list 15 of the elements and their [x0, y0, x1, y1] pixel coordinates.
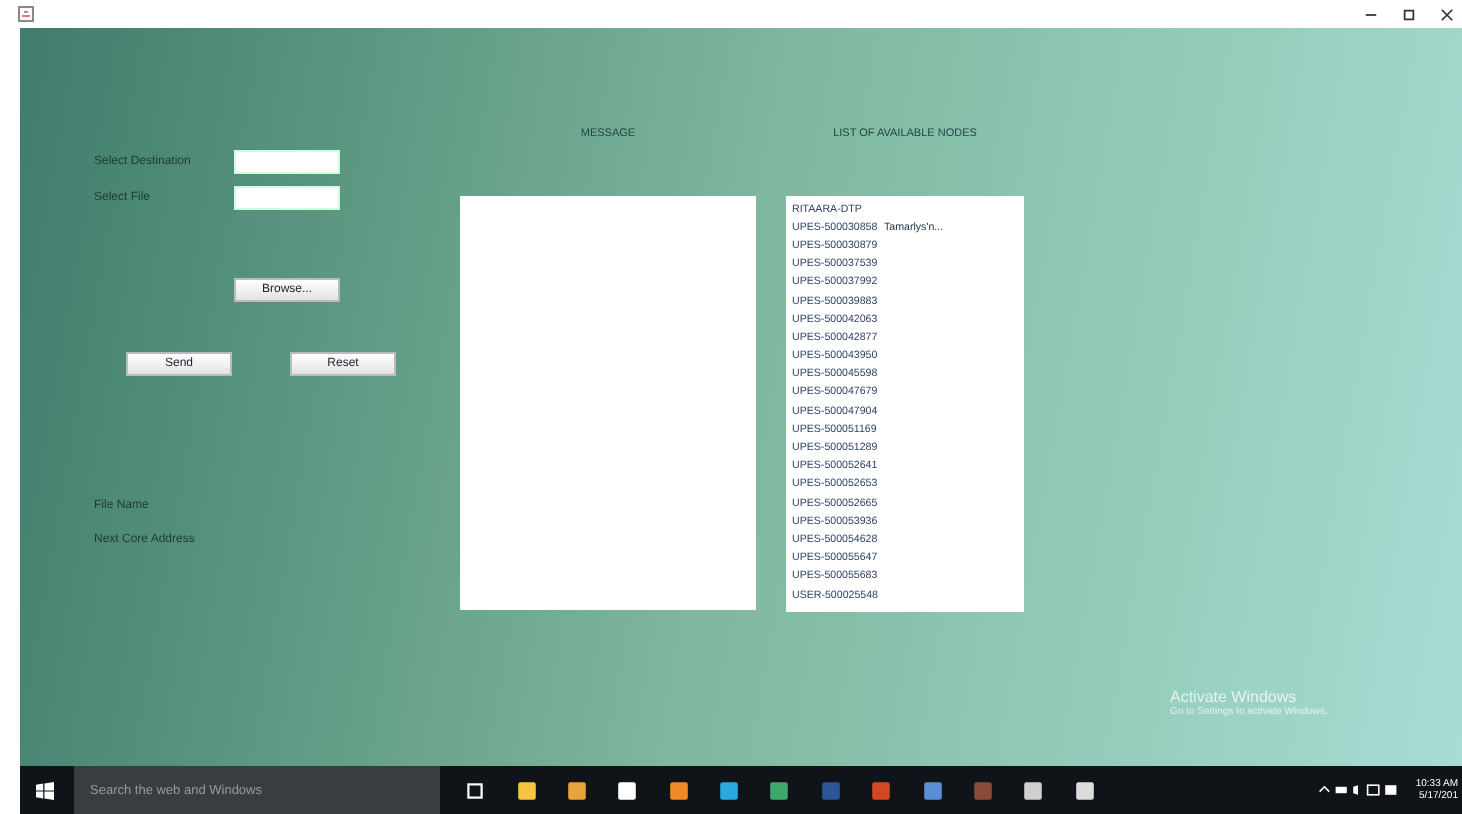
- app-icon[interactable]: [1022, 779, 1045, 801]
- app-icon[interactable]: [616, 779, 639, 801]
- close-icon[interactable]: [1440, 7, 1454, 21]
- app-icon[interactable]: [667, 779, 690, 801]
- activation-title: Activate Windows: [1170, 688, 1299, 706]
- app-icon[interactable]: [515, 779, 538, 801]
- maximize-icon[interactable]: [1402, 7, 1416, 21]
- input-field[interactable]: [234, 186, 340, 210]
- app-icon[interactable]: [1073, 779, 1096, 801]
- app-icon[interactable]: [768, 779, 791, 801]
- task-view-icon[interactable]: [464, 779, 487, 801]
- windows-start-icon[interactable]: [36, 781, 54, 799]
- app-icon[interactable]: [718, 779, 741, 801]
- input-field[interactable]: [234, 150, 340, 174]
- app-icon[interactable]: [565, 779, 588, 801]
